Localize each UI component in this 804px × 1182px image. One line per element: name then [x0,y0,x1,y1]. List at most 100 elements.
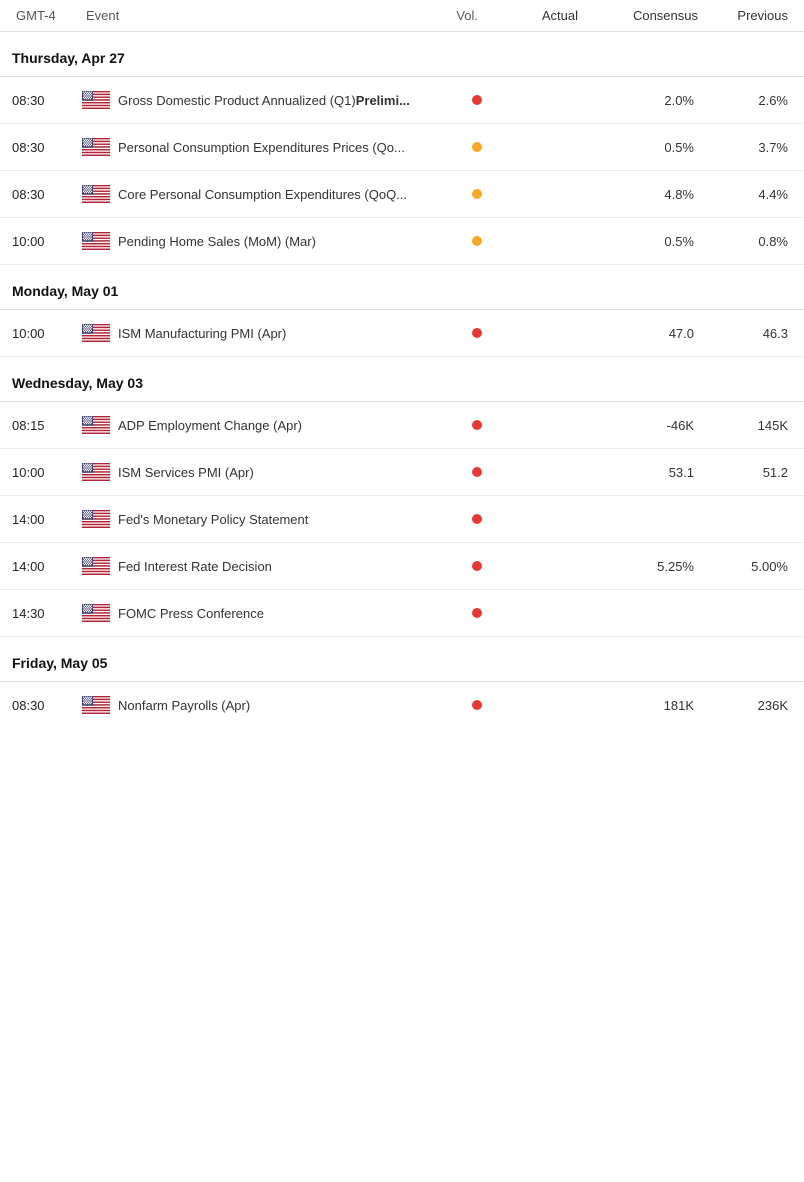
volatility-dot [472,142,482,152]
event-consensus: 5.25% [582,559,702,574]
volatility-dot [472,95,482,105]
event-time: 14:00 [12,559,82,574]
header-consensus: Consensus [582,6,702,25]
event-time: 08:30 [12,698,82,713]
event-time: 08:30 [12,187,82,202]
event-title: Fed's Monetary Policy Statement [118,512,432,527]
volatility-dot [472,608,482,618]
header-event: Event [82,6,432,25]
event-name-cell: ADP Employment Change (Apr) [82,416,432,434]
event-name-cell: Core Personal Consumption Expenditures (… [82,185,432,203]
event-title: ISM Services PMI (Apr) [118,465,432,480]
table-row[interactable]: 10:00 [0,310,804,357]
event-title: Fed Interest Rate Decision [118,559,432,574]
us-flag-icon [82,91,110,109]
event-vol [432,561,482,571]
event-name-cell: ISM Services PMI (Apr) [82,463,432,481]
section-header-fri-may-05: Friday, May 05 [0,637,804,682]
event-time: 10:00 [12,465,82,480]
event-previous: 51.2 [702,465,792,480]
us-flag-icon [82,510,110,528]
table-row[interactable]: 14:00 [0,496,804,543]
event-name-cell: Pending Home Sales (MoM) (Mar) [82,232,432,250]
event-vol [432,467,482,477]
table-row[interactable]: 08:30 [0,171,804,218]
section-header-mon-may-01: Monday, May 01 [0,265,804,310]
event-consensus: 4.8% [582,187,702,202]
us-flag-icon [82,138,110,156]
event-time: 08:30 [12,93,82,108]
event-name-cell: Nonfarm Payrolls (Apr) [82,696,432,714]
event-name-cell: Gross Domestic Product Annualized (Q1)Pr… [82,91,432,109]
table-header: GMT-4 Event Vol. Actual Consensus Previo… [0,0,804,32]
event-vol [432,142,482,152]
volatility-dot [472,514,482,524]
event-name-cell: Fed Interest Rate Decision [82,557,432,575]
header-vol: Vol. [432,6,482,25]
event-vol [432,420,482,430]
event-time: 14:30 [12,606,82,621]
table-row[interactable]: 10:00 [0,449,804,496]
event-previous: 5.00% [702,559,792,574]
section-header-wed-may-03: Wednesday, May 03 [0,357,804,402]
event-consensus: 53.1 [582,465,702,480]
event-time: 10:00 [12,234,82,249]
event-title: ISM Manufacturing PMI (Apr) [118,326,432,341]
volatility-dot [472,561,482,571]
event-consensus: 0.5% [582,234,702,249]
event-consensus: -46K [582,418,702,433]
event-title: Core Personal Consumption Expenditures (… [118,187,432,202]
event-vol [432,95,482,105]
volatility-dot [472,189,482,199]
us-flag-icon [82,416,110,434]
event-vol [432,514,482,524]
event-title: FOMC Press Conference [118,606,432,621]
event-vol [432,608,482,618]
volatility-dot [472,420,482,430]
event-previous: 46.3 [702,326,792,341]
event-name-cell: Personal Consumption Expenditures Prices… [82,138,432,156]
event-title: Nonfarm Payrolls (Apr) [118,698,432,713]
table-row[interactable]: 08:30 [0,124,804,171]
event-name-cell: Fed's Monetary Policy Statement [82,510,432,528]
volatility-dot [472,700,482,710]
event-title: Personal Consumption Expenditures Prices… [118,140,432,155]
header-actual: Actual [482,6,582,25]
section-header-thu-apr-27: Thursday, Apr 27 [0,32,804,77]
event-consensus: 0.5% [582,140,702,155]
event-vol [432,700,482,710]
event-consensus: 2.0% [582,93,702,108]
sections-container: Thursday, Apr 27 08:30 [0,32,804,728]
event-title: Pending Home Sales (MoM) (Mar) [118,234,432,249]
event-time: 10:00 [12,326,82,341]
table-row[interactable]: 14:00 [0,543,804,590]
event-previous: 145K [702,418,792,433]
us-flag-icon [82,324,110,342]
event-consensus: 47.0 [582,326,702,341]
event-consensus: 181K [582,698,702,713]
table-row[interactable]: 10:00 [0,218,804,265]
event-name-cell: FOMC Press Conference [82,604,432,622]
event-time: 14:00 [12,512,82,527]
event-previous: 2.6% [702,93,792,108]
event-title: ADP Employment Change (Apr) [118,418,432,433]
us-flag-icon [82,463,110,481]
volatility-dot [472,328,482,338]
header-time: GMT-4 [12,6,82,25]
table-row[interactable]: 08:30 [0,77,804,124]
event-vol [432,189,482,199]
table-row[interactable]: 08:15 [0,402,804,449]
event-vol [432,236,482,246]
us-flag-icon [82,557,110,575]
volatility-dot [472,467,482,477]
event-previous: 4.4% [702,187,792,202]
event-previous: 0.8% [702,234,792,249]
event-previous: 236K [702,698,792,713]
table-row[interactable]: 08:30 [0,682,804,728]
header-previous: Previous [702,6,792,25]
event-time: 08:15 [12,418,82,433]
event-title: Gross Domestic Product Annualized (Q1)Pr… [118,93,432,108]
event-name-cell: ISM Manufacturing PMI (Apr) [82,324,432,342]
table-row[interactable]: 14:30 [0,590,804,637]
volatility-dot [472,236,482,246]
